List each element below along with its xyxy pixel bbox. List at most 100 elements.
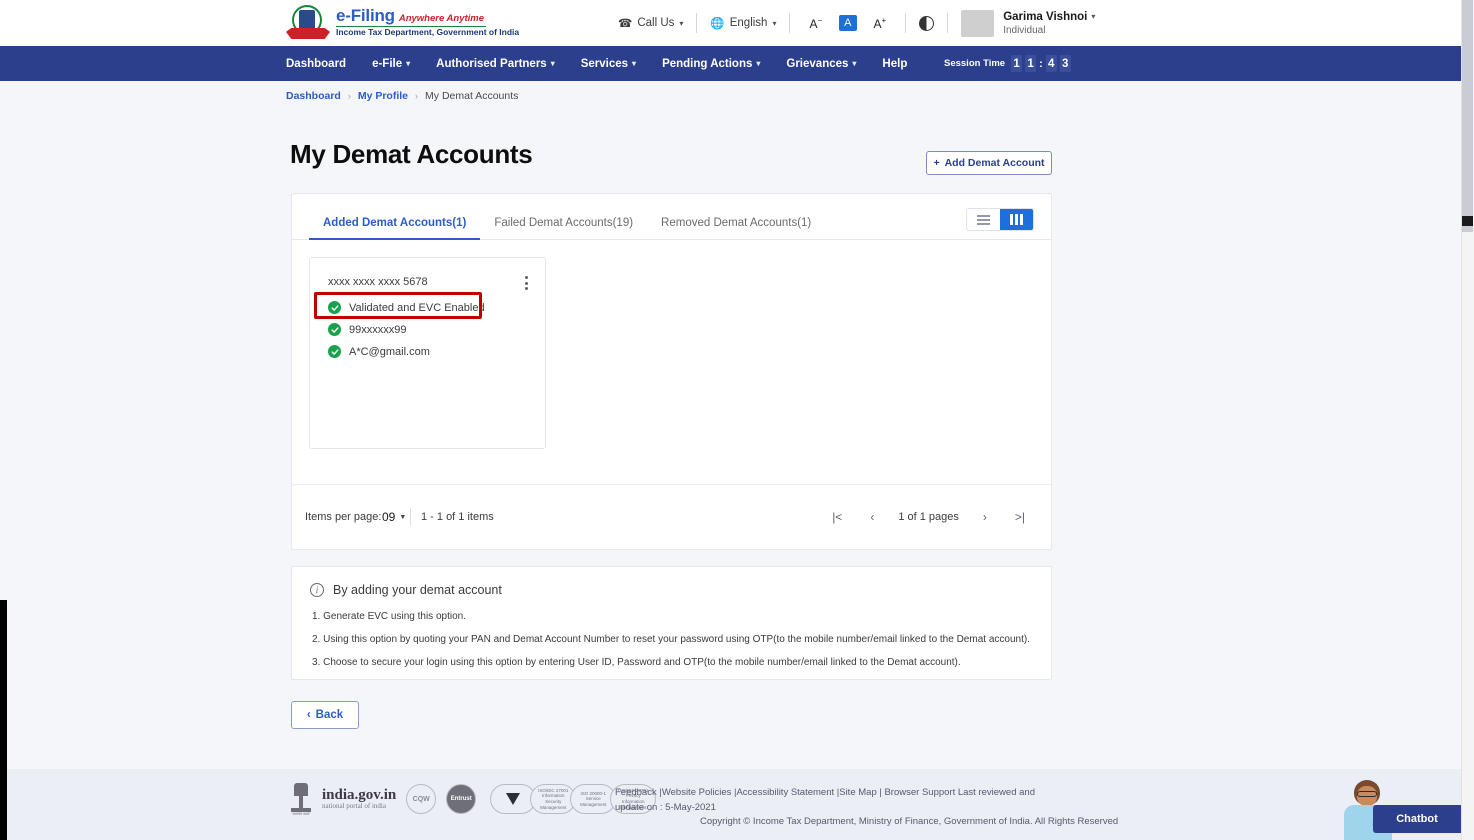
- items-per-page-label: Items per page:: [305, 511, 382, 523]
- india-gov-link[interactable]: india.gov.in national portal of india: [322, 787, 396, 811]
- nav-item-services[interactable]: Services ▾: [568, 46, 649, 81]
- list-view-icon[interactable]: [967, 209, 1000, 230]
- pagination-bar: Items per page: 09 ▼ 1 - 1 of 1 items |<…: [292, 484, 1051, 549]
- session-colon: :: [1039, 57, 1043, 70]
- session-timer-label: Session Time: [944, 58, 1006, 69]
- logo-tagline: Anywhere Anytime: [398, 12, 485, 24]
- user-name: Garima Vishnoi: [1003, 10, 1088, 23]
- india-emblem-icon: [286, 4, 330, 40]
- main-navigation: Dashboard e-File ▾ Authorised Partners ▾ Serv…: [0, 46, 1461, 81]
- demat-account-card[interactable]: xxxx xxxx xxxx 5678 Validated and EVC En…: [309, 257, 546, 449]
- site-header: e-Filing Anywhere Anytime Income Tax Dep…: [0, 0, 1461, 46]
- breadcrumb-dashboard[interactable]: Dashboard: [286, 90, 341, 102]
- font-normal-button[interactable]: A: [839, 15, 857, 31]
- nav-item-authorised-partners[interactable]: Authorised Partners ▾: [423, 46, 568, 81]
- account-status-row: Validated and EVC Enabled: [328, 301, 485, 314]
- contrast-toggle-icon: [919, 15, 935, 31]
- nav-item-e-file[interactable]: e-File ▾: [359, 46, 423, 81]
- chatbot-button[interactable]: Chatbot: [1373, 805, 1461, 833]
- chevron-down-icon: ▾: [756, 59, 761, 68]
- nav-item-label: e-File: [372, 57, 403, 70]
- logo-department: Income Tax Department, Government of Ind…: [336, 27, 520, 38]
- chevron-down-icon: ▾: [406, 59, 411, 68]
- items-per-page-select[interactable]: 09 ▼: [382, 510, 406, 524]
- language-label: English: [729, 17, 768, 29]
- info-heading: By adding your demat account: [333, 583, 502, 597]
- page-scrollbar[interactable]: [1461, 0, 1474, 840]
- nav-item-label: Dashboard: [286, 57, 347, 70]
- globe-icon: 🌐: [710, 18, 725, 30]
- font-increase-button[interactable]: A+: [866, 16, 895, 31]
- breadcrumb-current: My Demat Accounts: [425, 90, 519, 102]
- account-email-label: A*C@gmail.com: [349, 345, 430, 358]
- demat-accounts-panel: Added Demat Accounts(1) Failed Demat Acc…: [291, 193, 1052, 550]
- nav-item-pending-actions[interactable]: Pending Actions ▾: [649, 46, 773, 81]
- tab-bar: Added Demat Accounts(1) Failed Demat Acc…: [292, 194, 1051, 240]
- nav-item-dashboard[interactable]: Dashboard: [286, 46, 359, 81]
- page-title: My Demat Accounts: [290, 139, 533, 169]
- prev-page-button[interactable]: ‹: [856, 505, 888, 529]
- header-utilities: ☎ Call Us ▾ 🌐 English ▾ A− A A+ Garima V…: [605, 0, 1108, 46]
- nav-item-help[interactable]: Help: [869, 46, 920, 81]
- avatar: [961, 9, 995, 37]
- chevron-down-icon: ▾: [632, 59, 637, 68]
- india-gov-sublabel: national portal of india: [322, 802, 386, 811]
- account-email-row: A*C@gmail.com: [328, 345, 430, 358]
- cqw-badge: CQW: [406, 784, 437, 814]
- breadcrumb-separator: ›: [347, 91, 351, 101]
- green-check-icon: [328, 345, 341, 358]
- green-check-icon: [328, 301, 341, 314]
- divider: [410, 508, 411, 526]
- footer-copyright: Copyright © Income Tax Department, Minis…: [700, 816, 1119, 827]
- footer-links[interactable]: Feedback |Website Policies |Accessibilit…: [615, 786, 1055, 815]
- breadcrumb-my-profile[interactable]: My Profile: [358, 90, 408, 102]
- back-button[interactable]: ‹ Back: [291, 701, 359, 729]
- chevron-down-icon: ▾: [852, 59, 857, 68]
- tab-removed-demat-accounts[interactable]: Removed Demat Accounts(1): [647, 217, 825, 239]
- chevron-down-icon: ▾: [550, 59, 555, 68]
- emblem-motto: सत्यमेव जयते: [292, 812, 310, 816]
- info-panel: i By adding your demat account 1. Genera…: [291, 566, 1052, 680]
- info-list-item: 3. Choose to secure your login using thi…: [312, 657, 961, 668]
- user-menu[interactable]: Garima Vishnoi ▾ Individual: [948, 0, 1108, 46]
- language-selector[interactable]: 🌐 English ▾: [697, 0, 789, 46]
- nav-item-label: Authorised Partners: [436, 57, 547, 70]
- account-mobile-row: 99xxxxxx99: [328, 323, 406, 336]
- call-us-label: Call Us: [637, 17, 675, 29]
- page-indicator: 1 of 1 pages: [898, 511, 959, 523]
- chevron-down-icon: ▼: [399, 513, 407, 521]
- add-demat-account-label: Add Demat Account: [944, 157, 1045, 169]
- session-digit: 1: [1025, 55, 1037, 72]
- plus-icon: +: [933, 157, 940, 169]
- session-timer: Session Time 1 1 : 4 3: [944, 46, 1071, 81]
- pagination-controls: |< ‹ 1 of 1 pages › >|: [818, 505, 1039, 529]
- add-demat-account-button[interactable]: + Add Demat Account: [926, 151, 1052, 175]
- items-range-text: 1 - 1 of 1 items: [421, 511, 494, 523]
- info-list-item: 1. Generate EVC using this option.: [312, 611, 466, 622]
- page-root: e-Filing Anywhere Anytime Income Tax Dep…: [0, 0, 1474, 840]
- nav-item-grievances[interactable]: Grievances ▾: [773, 46, 869, 81]
- account-status-label: Validated and EVC Enabled: [349, 301, 485, 314]
- info-icon: i: [310, 583, 324, 597]
- first-page-button[interactable]: |<: [818, 505, 856, 529]
- scrollbar-thumb[interactable]: [1462, 0, 1473, 232]
- nav-item-label: Help: [882, 57, 908, 70]
- efiling-logo[interactable]: e-Filing Anywhere Anytime Income Tax Dep…: [286, 4, 519, 40]
- chevron-down-icon: ▾: [679, 18, 684, 28]
- chatbot-widget[interactable]: Chatbot: [1340, 772, 1461, 840]
- last-page-button[interactable]: >|: [1001, 505, 1039, 529]
- tab-failed-demat-accounts[interactable]: Failed Demat Accounts(19): [480, 217, 647, 239]
- tab-added-demat-accounts[interactable]: Added Demat Accounts(1): [309, 217, 481, 240]
- grid-view-icon[interactable]: [1000, 209, 1033, 230]
- scrollbar-marker: [1462, 216, 1473, 226]
- next-page-button[interactable]: ›: [969, 505, 1001, 529]
- font-decrease-button[interactable]: A−: [801, 16, 830, 31]
- kebab-menu-icon[interactable]: [523, 274, 530, 292]
- contrast-toggle-button[interactable]: [906, 0, 947, 46]
- call-us-button[interactable]: ☎ Call Us ▾: [605, 0, 696, 46]
- breadcrumb-separator: ›: [415, 91, 419, 101]
- session-digit: 4: [1045, 55, 1057, 72]
- chevron-down-icon: ▾: [1091, 12, 1096, 21]
- user-role: Individual: [1003, 24, 1046, 36]
- items-per-page-value: 09: [382, 510, 396, 524]
